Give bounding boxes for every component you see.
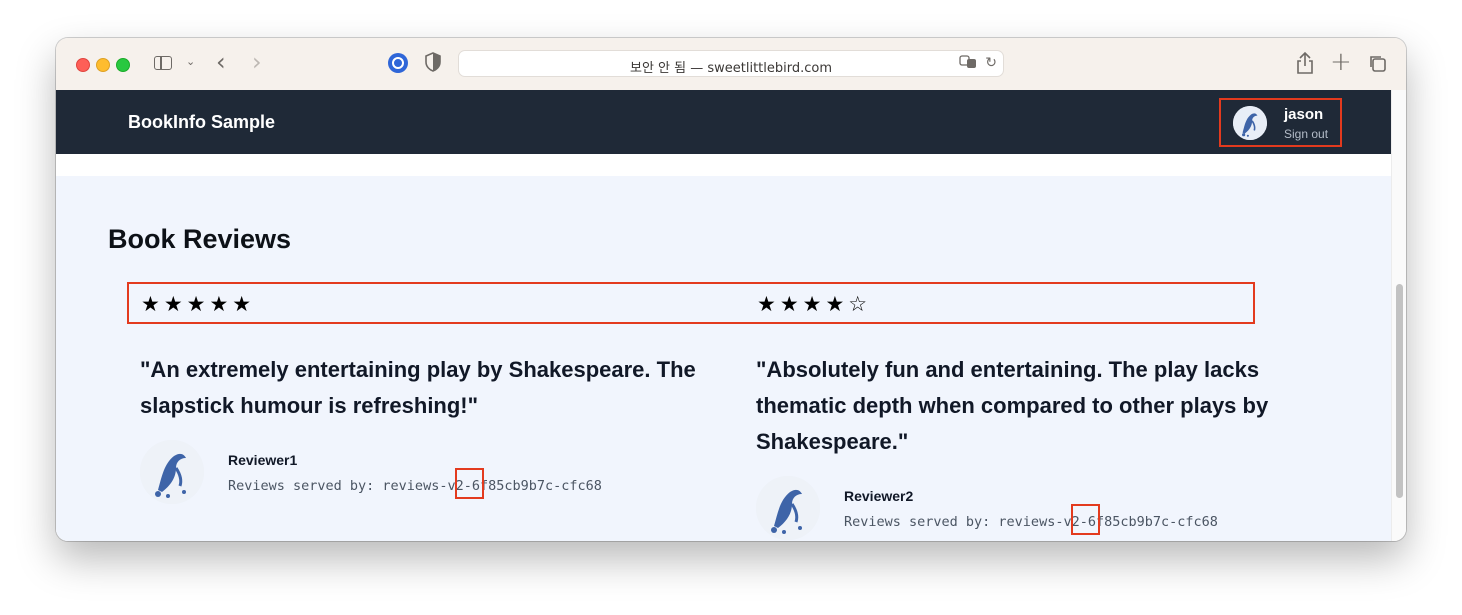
shield-icon[interactable] — [425, 52, 441, 72]
zoom-window-button[interactable] — [116, 58, 130, 72]
address-text: 보안 안 됨 — sweetlittlebird.com — [629, 61, 833, 76]
plus-icon[interactable]: + — [1330, 47, 1352, 77]
version-highlight — [1071, 504, 1100, 535]
password-manager-icon[interactable] — [388, 53, 408, 73]
reviewer-name: Reviewer1 — [228, 452, 298, 468]
reload-icon[interactable]: ↻ — [985, 55, 997, 71]
user-menu[interactable]: jason Sign out — [1219, 98, 1342, 147]
star-rating: ★★★★★ — [141, 292, 256, 316]
web-page: BookInfo Sample jason Sign out Book Revi… — [56, 90, 1391, 541]
forward-icon[interactable]: › — [252, 48, 262, 76]
page-title: Book Reviews — [108, 224, 292, 254]
sidebar-icon[interactable] — [154, 56, 172, 70]
reviews-section: Book Reviews ★★★★★ ★★★★☆ "An extremely e… — [56, 176, 1391, 541]
brand-title[interactable]: BookInfo Sample — [128, 112, 275, 133]
browser-window: ⌄ ‹ › 보안 안 됨 — sweetlittlebird.com ↻ + B… — [56, 38, 1406, 541]
tabs-icon[interactable] — [1368, 54, 1386, 72]
address-bar[interactable]: 보안 안 됨 — sweetlittlebird.com ↻ — [458, 50, 1004, 77]
review-text: "Absolutely fun and entertaining. The pl… — [756, 357, 1269, 454]
served-by-text: Reviews served by: reviews-v2-6f85cb9b7c… — [844, 514, 1218, 530]
star-rating: ★★★★☆ — [757, 292, 872, 316]
review-text: "An extremely entertaining play by Shake… — [140, 357, 696, 418]
minimize-window-button[interactable] — [96, 58, 110, 72]
translate-icon[interactable] — [959, 55, 977, 72]
ratings-highlight: ★★★★★ ★★★★☆ — [127, 282, 1255, 324]
avatar — [756, 476, 820, 540]
user-name: jason — [1284, 106, 1324, 123]
share-icon[interactable] — [1294, 51, 1316, 75]
scrollbar[interactable] — [1391, 90, 1406, 541]
top-navbar: BookInfo Sample jason Sign out — [56, 90, 1391, 154]
spacer — [56, 154, 1391, 176]
avatar — [140, 440, 204, 504]
served-by-text: Reviews served by: reviews-v2-6f85cb9b7c… — [228, 478, 602, 494]
scroll-thumb[interactable] — [1396, 284, 1403, 498]
avatar — [1233, 106, 1267, 140]
browser-toolbar: ⌄ ‹ › 보안 안 됨 — sweetlittlebird.com ↻ + — [56, 38, 1406, 91]
chevron-down-icon[interactable]: ⌄ — [186, 55, 195, 68]
sign-out-link[interactable]: Sign out — [1284, 127, 1328, 141]
reviewer-name: Reviewer2 — [844, 488, 914, 504]
version-highlight — [455, 468, 484, 499]
close-window-button[interactable] — [76, 58, 90, 72]
back-icon[interactable]: ‹ — [216, 48, 226, 76]
